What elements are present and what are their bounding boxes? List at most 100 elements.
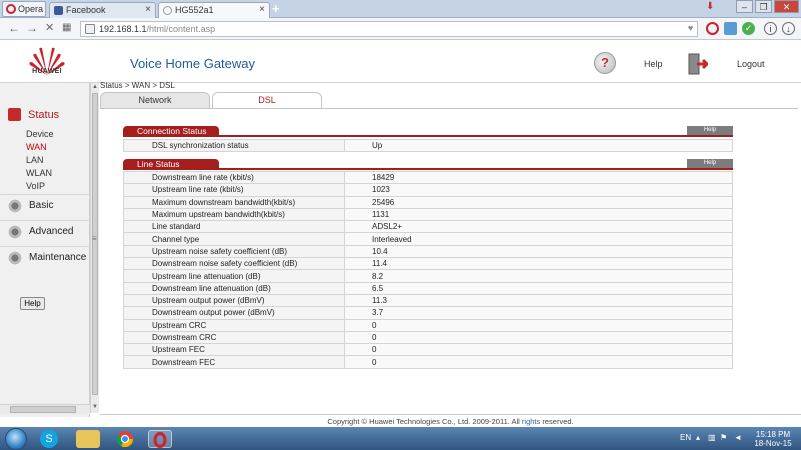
download-icon[interactable]: ⬇ [706, 1, 714, 13]
sidebar-item-advanced[interactable]: Advanced [0, 220, 90, 242]
maximize-button[interactable]: ❐ [755, 0, 772, 13]
footer-reserved: reserved. [542, 417, 574, 426]
green-extension-icon[interactable]: ✓ [742, 22, 755, 35]
sidebar-vertical-scrollbar[interactable]: ▲ ▼ [90, 83, 99, 413]
connection-status-header: Connection Status Help [123, 126, 733, 137]
table-row: Upstream noise safety coefficient (dB) 10… [123, 244, 733, 259]
taskbar-clock[interactable]: 15:18 PM 18-Nov-15 [748, 430, 798, 448]
row-label: Downstream FEC [123, 355, 345, 369]
file-explorer-icon[interactable] [76, 430, 100, 448]
logout-icon[interactable] [688, 53, 708, 75]
forward-icon[interactable]: → [26, 21, 38, 35]
line-status-header: Line Status Help [123, 159, 733, 170]
opera-extension-icon[interactable] [706, 22, 719, 35]
window-close-button[interactable]: ✕ [774, 0, 799, 13]
speed-dial-icon[interactable]: ▦ [62, 21, 71, 35]
row-label: Maximum downstream bandwidth(kbit/s) [123, 195, 345, 209]
row-label: Line standard [123, 220, 345, 234]
table-row: Downstream FEC 0 [123, 355, 733, 369]
sidebar-item-maintenance[interactable]: Maintenance [0, 246, 90, 268]
table-row: Upstream output power (dBmV) 11.3 [123, 293, 733, 308]
opera-taskbar-icon[interactable] [148, 430, 172, 448]
scroll-up-icon[interactable]: ▲ [92, 84, 98, 90]
line-status-help-button[interactable]: Help [687, 159, 733, 168]
gear-icon [7, 198, 23, 214]
footer-rights-link[interactable]: rights [522, 417, 540, 426]
table-row: Upstream line rate (kbit/s) 1023 [123, 183, 733, 197]
row-value: 3.7 [344, 306, 733, 320]
new-tab-button[interactable]: + [272, 1, 280, 16]
sidebar-help-button[interactable]: Help [20, 297, 45, 310]
row-value: 11.3 [344, 293, 733, 308]
row-value: 0 [344, 318, 733, 332]
sidebar-item-wlan[interactable]: WLAN [26, 168, 52, 178]
sidebar-horizontal-scrollbar[interactable] [0, 404, 90, 414]
status-icon [8, 108, 21, 121]
scrollbar-thumb[interactable] [92, 93, 98, 395]
tab-dsl[interactable]: DSL [212, 92, 322, 108]
row-value: 1023 [344, 183, 733, 197]
translate-extension-icon[interactable] [724, 22, 737, 35]
table-row: DSL synchronization status Up [123, 138, 733, 153]
table-row: Upstream FEC 0 [123, 343, 733, 357]
header-help-link[interactable]: Help [644, 59, 663, 69]
tab-hg552a1[interactable]: HG552a1 × [158, 2, 270, 18]
flag-icon[interactable]: ⚑ [720, 433, 727, 442]
table-row: Line standard ADSL2+ [123, 220, 733, 234]
line-status-table: Downstream line rate (kbit/s) 18429 Upstre… [123, 170, 733, 369]
connection-status-help-button[interactable]: Help [687, 126, 733, 135]
stash-heart-icon[interactable]: ♥ [684, 22, 697, 35]
table-row: Upstream line attenuation (dB) 8.2 [123, 269, 733, 283]
skype-icon[interactable]: S [40, 430, 58, 448]
start-button[interactable] [5, 428, 27, 450]
frame-splitter-icon[interactable]: ≡ [92, 234, 97, 243]
sidebar-item-label: Advanced [29, 226, 74, 237]
row-label: Upstream line rate (kbit/s) [123, 183, 345, 197]
row-value: 6.5 [344, 281, 733, 295]
sidebar-item-device[interactable]: Device [26, 129, 54, 139]
table-row: Maximum upstream bandwidth(kbit/s) 1131 [123, 207, 733, 222]
wrench-icon [7, 250, 23, 266]
row-value: 10.4 [344, 244, 733, 259]
row-label: Upstream output power (dBmV) [123, 293, 345, 308]
table-row: Maximum downstream bandwidth(kbit/s) 2549… [123, 195, 733, 209]
tab-label: HG552a1 [175, 5, 214, 15]
address-path: /html/content.asp [146, 24, 216, 34]
scrollbar-thumb[interactable] [10, 406, 76, 413]
address-host: 192.168.1.1 [99, 24, 147, 34]
sidebar-item-status[interactable]: Status [0, 105, 90, 125]
volume-icon[interactable]: ◄ [734, 433, 742, 442]
logout-link[interactable]: Logout [737, 59, 765, 69]
language-indicator[interactable]: EN [680, 433, 691, 442]
address-input[interactable]: 192.168.1.1/html/content.asp [80, 21, 698, 37]
stop-icon[interactable]: ✕ [45, 21, 54, 35]
info-icon[interactable]: i [764, 22, 777, 35]
close-tab-icon[interactable]: × [145, 3, 151, 17]
download-status-icon[interactable]: ↓ [782, 22, 795, 35]
row-label: Upstream CRC [123, 318, 345, 332]
huawei-logo-text: HUAWEI [32, 68, 62, 75]
connection-status-table: DSL synchronization status Up [123, 138, 733, 153]
clock-date: 18-Nov-15 [754, 439, 792, 448]
sidebar-item-lan[interactable]: LAN [26, 155, 44, 165]
network-icon[interactable]: ▥ [708, 433, 716, 442]
footer: Copyright © Huawei Technologies Co., Ltd… [100, 414, 801, 427]
minimize-button[interactable]: – [736, 0, 753, 13]
row-label: Downstream line attenuation (dB) [123, 281, 345, 295]
breadcrumb: Status > WAN > DSL [100, 81, 175, 90]
help-circle-icon[interactable]: ? [594, 52, 616, 74]
sidebar-item-wan[interactable]: WAN [26, 142, 47, 152]
opera-menu-button[interactable]: Opera [2, 1, 46, 17]
row-value: Interleaved [344, 232, 733, 246]
chrome-icon[interactable] [113, 430, 137, 448]
tab-network[interactable]: Network [100, 92, 210, 108]
sidebar-item-basic[interactable]: Basic [0, 194, 90, 216]
scroll-down-icon[interactable]: ▼ [92, 404, 98, 410]
back-icon[interactable]: ← [8, 21, 20, 35]
tray-expand-icon[interactable]: ▴ [696, 433, 700, 442]
tab-facebook[interactable]: Facebook × [49, 2, 156, 18]
tab-label: Facebook [66, 5, 106, 15]
close-tab-icon[interactable]: × [259, 3, 265, 17]
sidebar-item-voip[interactable]: VoIP [26, 181, 45, 191]
browser-tab-bar: Opera Facebook × HG552a1 × + ⬇ – ❐ ✕ [0, 0, 801, 18]
